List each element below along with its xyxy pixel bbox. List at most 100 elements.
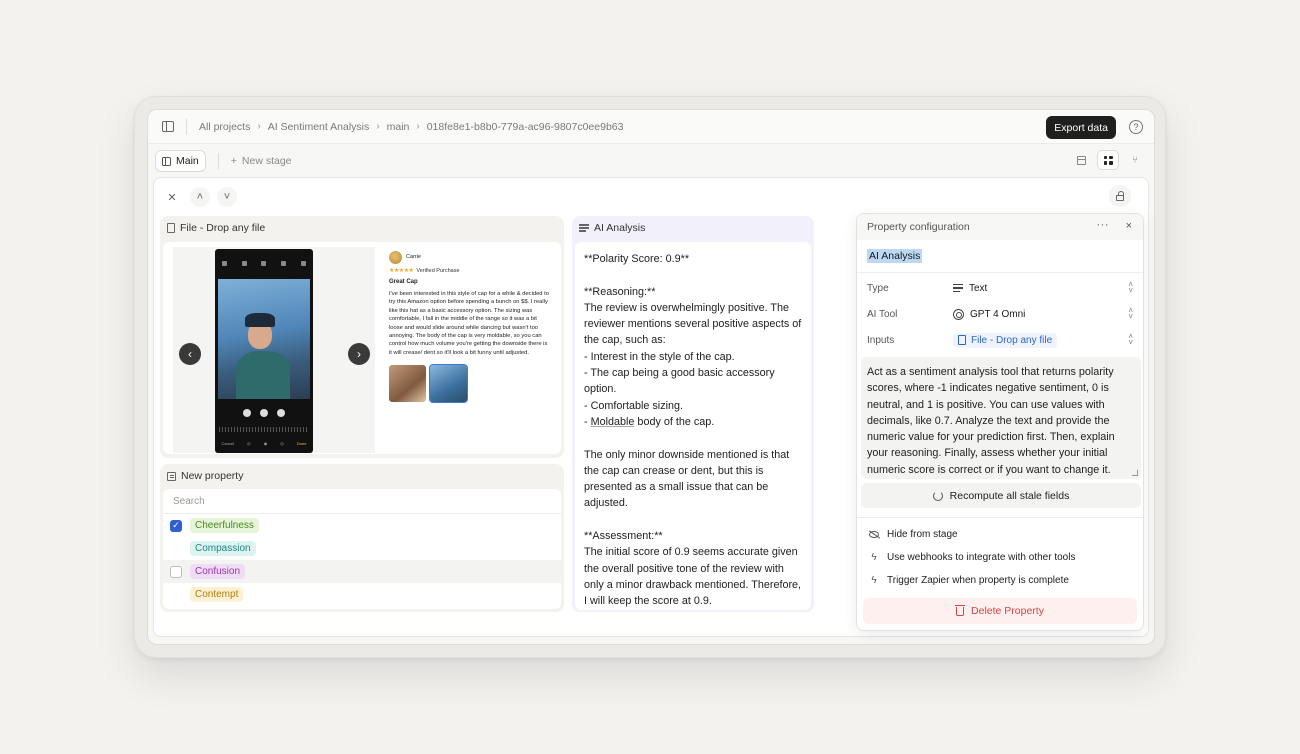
- panel-header: Property configuration ··· ×: [857, 214, 1143, 240]
- new-property-header: New property: [160, 464, 564, 488]
- breadcrumb-branch[interactable]: main: [387, 121, 410, 133]
- zapier-action[interactable]: ϟ Trigger Zapier when property is comple…: [857, 569, 1143, 592]
- file-card-header: File - Drop any file: [160, 216, 564, 240]
- property-name-row: AI Analysis: [857, 240, 1143, 273]
- grid-icon: [1103, 155, 1113, 165]
- file-preview: Cancel ◎ ◉ ◎ Done ‹ › Carrie ★★★★★ Verif…: [163, 242, 561, 454]
- sidebar-toggle-icon[interactable]: [162, 121, 174, 132]
- ai-tool-select[interactable]: GPT 4 Omni: [953, 308, 1026, 320]
- checkbox-unchecked[interactable]: [170, 565, 182, 578]
- checkbox-checked[interactable]: ✓: [170, 519, 182, 532]
- close-record-button[interactable]: ✕: [162, 187, 182, 207]
- help-icon[interactable]: ?: [1129, 120, 1143, 134]
- chevron-right-icon: ›: [257, 121, 261, 132]
- record-view: ✕ ˄ ˅ File - Drop any file Cancel ◎ ◉ ◎ …: [153, 177, 1149, 637]
- type-label: Type: [867, 282, 889, 294]
- tag-cheerfulness: Cheerfulness: [190, 518, 259, 533]
- inputs-row[interactable]: Inputs File - Drop any file ˄ ˅: [857, 327, 1143, 353]
- delete-label: Delete Property: [971, 605, 1044, 617]
- thumbnail-image-selected[interactable]: [429, 364, 468, 404]
- device-frame: All projects › AI Sentiment Analysis › m…: [134, 96, 1166, 658]
- list-item[interactable]: Compassion: [163, 537, 561, 560]
- property-configuration-panel: Property configuration ··· × AI Analysis…: [856, 213, 1144, 631]
- chevron-updown-icon: ˄ ˅: [1128, 306, 1133, 321]
- type-select[interactable]: Text: [953, 283, 987, 294]
- lock-button[interactable]: [1109, 185, 1131, 207]
- close-icon[interactable]: ×: [1126, 220, 1132, 232]
- action-label: Use webhooks to integrate with other too…: [887, 552, 1076, 563]
- type-row[interactable]: Type Text ˄ ˅: [857, 275, 1143, 301]
- spellcheck-word: Moldable: [590, 415, 635, 428]
- thumbnail-image[interactable]: [389, 365, 426, 403]
- ai-tool-row[interactable]: AI Tool GPT 4 Omni ˄ ˅: [857, 301, 1143, 327]
- list-item[interactable]: Contempt: [163, 583, 561, 606]
- webhooks-action[interactable]: ϟ Use webhooks to integrate with other t…: [857, 546, 1143, 569]
- property-name-input[interactable]: AI Analysis: [867, 249, 923, 263]
- flow-view-button[interactable]: ⑂: [1124, 150, 1146, 170]
- openai-icon: [953, 308, 964, 320]
- list-item[interactable]: Confusion: [163, 560, 561, 583]
- chevron-right-icon: ›: [416, 121, 420, 132]
- previous-image-button[interactable]: ‹: [179, 343, 201, 365]
- inputs-select[interactable]: File - Drop any file: [953, 332, 1058, 348]
- trash-icon: [955, 604, 966, 616]
- plus-icon: +: [230, 155, 237, 167]
- breadcrumb-all-projects[interactable]: All projects: [199, 121, 250, 133]
- input-chip-label: File - Drop any file: [971, 334, 1053, 346]
- review-text: I've been interested in this style of ca…: [389, 291, 549, 356]
- card-view-button[interactable]: [1097, 150, 1119, 170]
- breadcrumb-record-id[interactable]: 018fe8e1-b8b0-779a-ac96-9807c0ee9b63: [427, 121, 624, 133]
- more-icon[interactable]: ···: [1097, 219, 1110, 231]
- new-stage-button[interactable]: + New stage: [231, 155, 292, 167]
- table-view-button[interactable]: [1070, 150, 1092, 170]
- review-thumbnails: [389, 364, 551, 404]
- recompute-button[interactable]: Recompute all stale fields: [861, 483, 1141, 508]
- new-property-title: New property: [181, 470, 244, 482]
- search-input[interactable]: Search: [163, 489, 561, 514]
- divider: [857, 517, 1143, 518]
- bolt-icon: ϟ: [871, 552, 877, 563]
- ai-analysis-header: AI Analysis: [572, 216, 814, 240]
- ai-analysis-text: **Polarity Score: 0.9** **Reasoning:** T…: [575, 242, 811, 610]
- delete-property-button[interactable]: Delete Property: [863, 598, 1137, 624]
- hide-from-stage-action[interactable]: Hide from stage: [857, 523, 1143, 546]
- recompute-label: Recompute all stale fields: [949, 489, 1070, 502]
- phone-controls: [215, 409, 313, 417]
- tab-main[interactable]: Main: [155, 150, 206, 172]
- branch-icon: ⑂: [1132, 154, 1138, 166]
- app-window: All projects › AI Sentiment Analysis › m…: [147, 109, 1155, 645]
- chevron-left-icon: ‹: [188, 347, 192, 361]
- new-property-card: New property Search ✓ Cheerfulness Compa…: [160, 464, 564, 612]
- bolt-icon: ϟ: [871, 575, 877, 586]
- ai-analysis-title: AI Analysis: [594, 222, 646, 234]
- top-bar: All projects › AI Sentiment Analysis › m…: [148, 110, 1154, 144]
- file-icon: [958, 335, 966, 345]
- next-image-button[interactable]: ›: [348, 343, 370, 365]
- layout-icon: [162, 156, 171, 166]
- panel-title: Property configuration: [867, 221, 970, 233]
- reviewer-name: Carrie: [406, 254, 421, 261]
- next-record-button[interactable]: ˅: [217, 187, 237, 207]
- ai-tool-value: GPT 4 Omni: [970, 308, 1026, 320]
- table-icon: [1076, 155, 1086, 165]
- list-item[interactable]: ✓ Cheerfulness: [163, 514, 561, 537]
- phone-scrubber: [219, 427, 309, 432]
- previous-record-button[interactable]: ˄: [190, 187, 210, 207]
- stage-tab-bar: Main + New stage ⑂: [148, 145, 1154, 177]
- ai-analysis-output: **Polarity Score: 0.9** **Reasoning:** T…: [575, 242, 811, 610]
- export-data-button[interactable]: Export data: [1046, 116, 1116, 139]
- prompt-textarea[interactable]: Act as a sentiment analysis tool that re…: [861, 357, 1141, 479]
- file-property-card: File - Drop any file Cancel ◎ ◉ ◎ Done ‹…: [160, 216, 564, 458]
- breadcrumb-project[interactable]: AI Sentiment Analysis: [268, 121, 370, 133]
- type-value: Text: [969, 282, 988, 294]
- input-chip[interactable]: File - Drop any file: [953, 332, 1058, 348]
- lock-icon: [1116, 191, 1124, 201]
- tag-contempt: Contempt: [190, 587, 244, 602]
- text-icon: [579, 224, 589, 232]
- reviewer: Carrie: [389, 251, 551, 264]
- analysis-text-part: body of the cap. The only minor downside…: [584, 415, 802, 608]
- list-icon: [167, 471, 176, 481]
- resize-handle-icon[interactable]: [1132, 470, 1138, 476]
- review-title: Great Cap: [389, 279, 418, 285]
- file-card-title: File - Drop any file: [180, 222, 266, 234]
